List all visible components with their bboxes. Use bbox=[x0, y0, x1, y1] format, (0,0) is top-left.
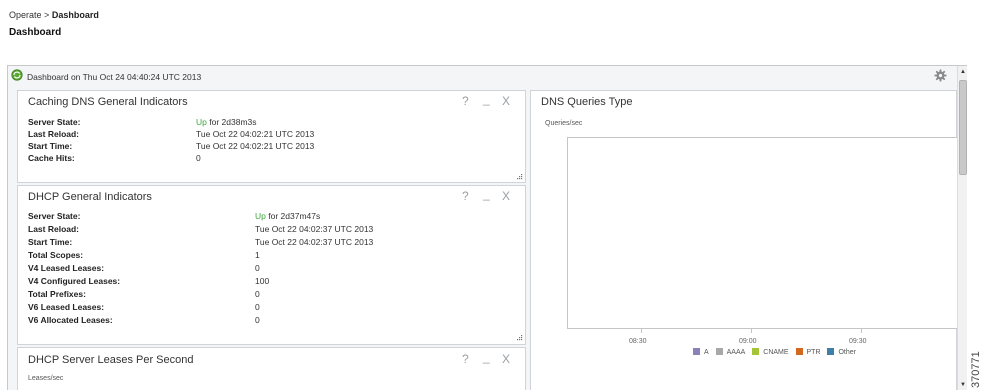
scroll-up-arrow[interactable]: ▲ bbox=[958, 66, 968, 78]
scroll-thumb[interactable] bbox=[959, 80, 967, 175]
y-unit-label: Leases/sec bbox=[28, 375, 64, 382]
legend-item[interactable]: Other bbox=[827, 348, 856, 356]
indicator-value: Tue Oct 22 04:02:21 UTC 2013 bbox=[196, 129, 315, 139]
indicator-value: 0 bbox=[255, 302, 260, 312]
gear-icon[interactable] bbox=[934, 69, 947, 82]
indicator-value: Up for 2d38m3s bbox=[196, 117, 257, 127]
indicator-label: Total Prefixes: bbox=[28, 289, 86, 299]
legend-label: PTR bbox=[806, 349, 821, 356]
indicator-value: 0 bbox=[255, 315, 260, 325]
indicator-label: Server State: bbox=[28, 117, 81, 127]
server-state-up: Up bbox=[255, 211, 266, 221]
minimize-button[interactable]: _ bbox=[483, 92, 490, 106]
close-button[interactable]: X bbox=[502, 352, 510, 366]
panel-title: DNS Queries Type bbox=[541, 96, 633, 108]
indicator-value: 100 bbox=[255, 276, 270, 286]
indicator-label: V4 Configured Leases: bbox=[28, 276, 121, 286]
uptime: for 2d37m47s bbox=[268, 211, 321, 221]
legend-label: Other bbox=[838, 349, 856, 356]
dashboard-frame: Dashboard on Thu Oct 24 04:40:24 UTC 201… bbox=[7, 65, 967, 390]
legend-item[interactable]: PTR bbox=[795, 348, 821, 356]
x-tick-label: 08:30 bbox=[629, 338, 647, 345]
dhcp-indicators-panel: DHCP General Indicators ? _ X Server Sta… bbox=[17, 185, 526, 345]
y-unit-label: Queries/sec bbox=[545, 120, 583, 127]
x-tick-mark bbox=[641, 329, 642, 333]
indicator-value: Up for 2d37m47s bbox=[255, 211, 320, 221]
breadcrumb-separator: > bbox=[44, 10, 50, 20]
resize-handle-icon[interactable] bbox=[515, 333, 523, 341]
uptime: for 2d38m3s bbox=[209, 117, 257, 127]
legend-item[interactable]: AAAA bbox=[715, 348, 746, 356]
indicator-value: 0 bbox=[255, 263, 260, 273]
indicator-label: Last Reload: bbox=[28, 129, 80, 139]
legend-swatch bbox=[827, 348, 835, 355]
x-tick-label: 09:30 bbox=[849, 338, 867, 345]
indicator-label: Cache Hits: bbox=[28, 153, 75, 163]
close-button[interactable]: X bbox=[502, 94, 510, 108]
indicator-value: 1 bbox=[255, 250, 260, 260]
legend-swatch bbox=[715, 348, 723, 355]
x-tick-label: 09:00 bbox=[739, 338, 757, 345]
legend-label: AAAA bbox=[726, 349, 746, 356]
breadcrumb: Operate > Dashboard bbox=[9, 10, 99, 20]
x-tick-mark bbox=[861, 329, 862, 333]
legend-item[interactable]: A bbox=[693, 348, 709, 356]
legend-swatch bbox=[795, 348, 803, 355]
dns-queries-panel: DNS Queries Type Queries/sec 08:30 09:00… bbox=[530, 90, 958, 390]
server-state-up: Up bbox=[196, 117, 207, 127]
help-button[interactable]: ? bbox=[462, 189, 469, 203]
legend-swatch bbox=[752, 348, 760, 355]
indicator-label: Server State: bbox=[28, 211, 81, 221]
chart-legend: A AAAA CNAME PTR Other bbox=[693, 348, 861, 356]
minimize-button[interactable]: _ bbox=[483, 350, 490, 364]
dashboard-refresh-icon bbox=[11, 69, 23, 81]
indicator-value: Tue Oct 22 04:02:21 UTC 2013 bbox=[196, 141, 315, 151]
indicator-label: V6 Allocated Leases: bbox=[28, 315, 113, 325]
help-button[interactable]: ? bbox=[462, 94, 469, 108]
panel-title: DHCP General Indicators bbox=[28, 191, 152, 203]
legend-swatch bbox=[693, 348, 700, 355]
legend-label: A bbox=[704, 349, 709, 356]
scroll-down-arrow[interactable]: ▼ bbox=[958, 379, 968, 390]
help-button[interactable]: ? bbox=[462, 352, 469, 366]
indicator-label: Last Reload: bbox=[28, 224, 80, 234]
legend-label: CNAME bbox=[763, 349, 789, 356]
dashboard-timestamp: Dashboard on Thu Oct 24 04:40:24 UTC 201… bbox=[27, 72, 202, 82]
breadcrumb-parent[interactable]: Operate bbox=[9, 10, 42, 20]
legend-item[interactable]: CNAME bbox=[752, 348, 789, 356]
resize-handle-icon[interactable] bbox=[515, 172, 523, 180]
indicator-value: 0 bbox=[196, 153, 201, 163]
indicator-label: V6 Leased Leases: bbox=[28, 302, 105, 312]
chart-plot-area bbox=[567, 137, 958, 329]
indicator-value: 0 bbox=[255, 289, 260, 299]
caching-dns-panel: Caching DNS General Indicators ? _ X Ser… bbox=[17, 90, 526, 183]
minimize-button[interactable]: _ bbox=[483, 187, 490, 201]
indicator-label: Start Time: bbox=[28, 141, 73, 151]
close-button[interactable]: X bbox=[502, 189, 510, 203]
page-title: Dashboard bbox=[9, 27, 62, 38]
indicator-label: Start Time: bbox=[28, 237, 73, 247]
dashboard-header: Dashboard on Thu Oct 24 04:40:24 UTC 201… bbox=[8, 66, 966, 86]
vertical-scrollbar[interactable]: ▲ ▼ bbox=[957, 66, 967, 390]
figure-id: 370771 bbox=[970, 351, 982, 388]
indicator-label: Total Scopes: bbox=[28, 250, 84, 260]
indicator-value: Tue Oct 22 04:02:37 UTC 2013 bbox=[255, 237, 374, 247]
dhcp-leases-panel: DHCP Server Leases Per Second ? _ X Leas… bbox=[17, 347, 526, 390]
indicator-value: Tue Oct 22 04:02:37 UTC 2013 bbox=[255, 224, 374, 234]
x-tick-mark bbox=[751, 329, 752, 333]
indicator-label: V4 Leased Leases: bbox=[28, 263, 105, 273]
breadcrumb-current: Dashboard bbox=[51, 10, 99, 20]
panel-title: DHCP Server Leases Per Second bbox=[28, 354, 194, 366]
panel-title: Caching DNS General Indicators bbox=[28, 96, 188, 108]
